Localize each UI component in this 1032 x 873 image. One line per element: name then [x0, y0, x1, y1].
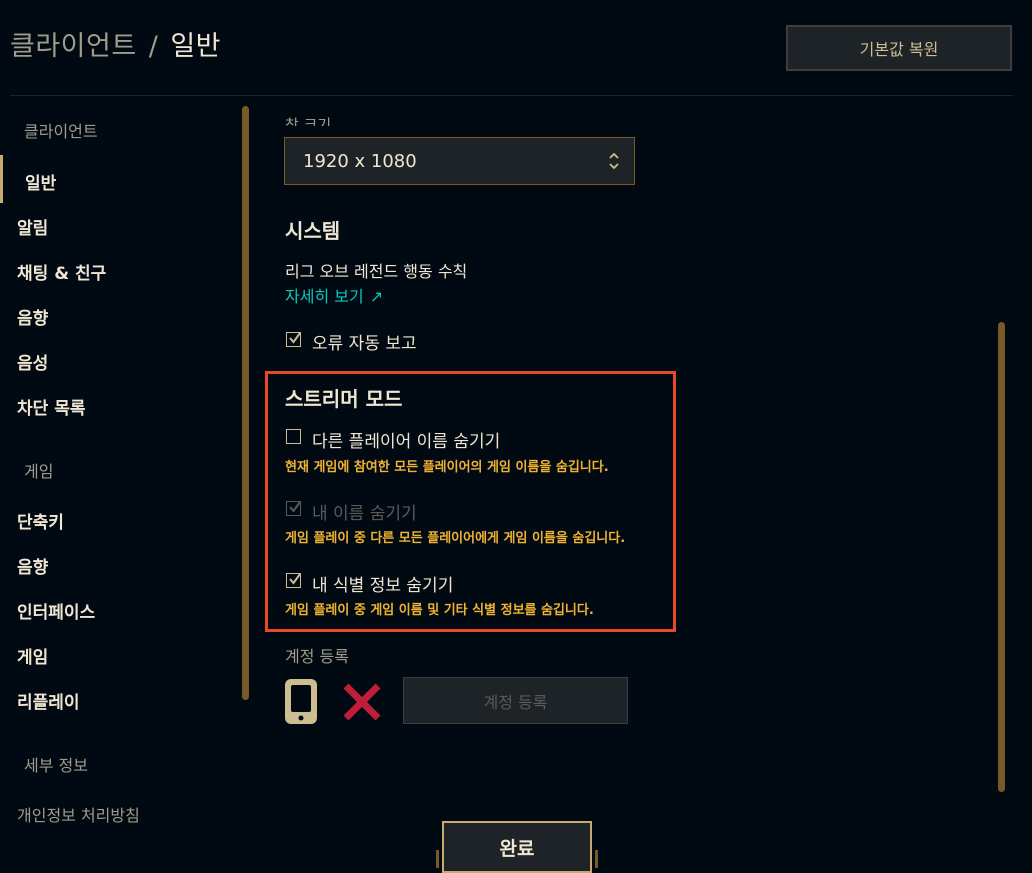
hide-others-names-checkbox[interactable]	[286, 429, 301, 448]
checkbox-unchecked-icon	[286, 429, 301, 444]
title-separator: /	[148, 31, 159, 62]
checkbox-checked-icon	[286, 573, 301, 588]
sidebar-item-general[interactable]: 일반	[25, 169, 56, 194]
page-title: 클라이언트 / 일반	[10, 24, 221, 63]
learn-more-link[interactable]: 자세히 보기 ↗	[285, 283, 383, 307]
window-size-select[interactable]: 1920 x 1080	[284, 137, 635, 185]
error-report-label: 오류 자동 보고	[312, 334, 417, 354]
checkbox-checked-icon	[286, 332, 301, 347]
sidebar-heading-details: 세부 정보	[24, 756, 88, 775]
header-divider	[10, 95, 1013, 96]
hide-my-identity-desc: 게임 플레이 중 게임 이름 및 기타 식별 정보를 숨깁니다.	[285, 603, 594, 618]
phone-icon	[285, 679, 317, 724]
sidebar-item-privacy-policy[interactable]: 개인정보 처리방침	[17, 802, 140, 826]
sidebar-item-hotkeys[interactable]: 단축키	[17, 508, 64, 533]
sidebar-item-block-list[interactable]: 차단 목록	[17, 394, 85, 419]
sidebar-item-client-sound[interactable]: 음향	[17, 304, 48, 329]
checkbox-checked-disabled-icon	[286, 501, 301, 516]
done-button-frame-left	[436, 850, 439, 868]
system-section-title: 시스템	[285, 219, 341, 243]
sidebar-item-notifications[interactable]: 알림	[17, 214, 48, 239]
hide-my-name-checkbox[interactable]	[286, 501, 301, 520]
account-registration-label: 계정 등록	[285, 647, 349, 666]
hide-my-identity-checkbox[interactable]	[286, 573, 301, 592]
sidebar-item-replay[interactable]: 리플레이	[17, 688, 80, 713]
hide-others-names-label: 다른 플레이어 이름 숨기기	[312, 432, 501, 452]
error-report-checkbox[interactable]	[286, 332, 301, 351]
done-button-frame-right	[595, 850, 598, 868]
sidebar-scrollbar[interactable]	[242, 106, 249, 700]
learn-more-label: 자세히 보기	[285, 287, 364, 306]
restore-defaults-button[interactable]: 기본값 복원	[785, 24, 1013, 72]
red-x-icon	[343, 683, 381, 721]
sidebar-item-chat-friends[interactable]: 채팅 & 친구	[17, 259, 106, 284]
content-scrollbar[interactable]	[998, 322, 1005, 792]
hide-my-identity-label: 내 식별 정보 숨기기	[312, 576, 454, 596]
updown-chevron-icon	[609, 152, 619, 170]
sidebar-heading-client: 클라이언트	[24, 122, 98, 141]
hide-my-name-desc: 게임 플레이 중 다른 모든 플레이어에게 게임 이름을 숨깁니다.	[285, 531, 626, 546]
external-link-icon: ↗	[369, 287, 384, 306]
streamer-mode-title: 스트리머 모드	[285, 387, 403, 411]
sidebar-item-game-sound[interactable]: 음향	[17, 553, 48, 578]
register-account-button[interactable]: 계정 등록	[403, 677, 628, 724]
sidebar-item-interface[interactable]: 인터페이스	[17, 598, 95, 623]
sidebar-active-indicator	[0, 155, 3, 203]
hide-my-name-label: 내 이름 숨기기	[312, 504, 417, 524]
window-size-value: 1920 x 1080	[303, 150, 417, 172]
done-button[interactable]: 완료	[442, 821, 592, 873]
title-current: 일반	[170, 31, 221, 62]
sidebar-heading-game: 게임	[24, 462, 54, 481]
title-section: 클라이언트	[10, 31, 137, 62]
sidebar-item-game[interactable]: 게임	[17, 643, 48, 668]
code-of-conduct-text: 리그 오브 레전드 행동 수칙	[285, 262, 468, 281]
window-size-label: 창 크기	[285, 116, 332, 126]
sidebar-item-voice[interactable]: 음성	[17, 349, 48, 374]
hide-others-names-desc: 현재 게임에 참여한 모든 플레이어의 게임 이름을 숨깁니다.	[285, 460, 609, 475]
